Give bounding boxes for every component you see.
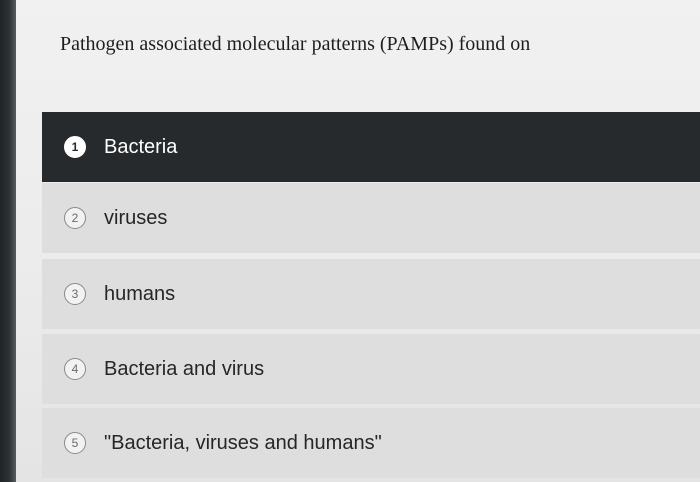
answer-option-1[interactable]: 1 Bacteria (42, 112, 700, 182)
answer-option-5[interactable]: 5 "Bacteria, viruses and humans" (42, 408, 700, 478)
question-text: Pathogen associated molecular patterns (… (60, 33, 531, 55)
option-number-badge: 2 (64, 207, 86, 229)
option-label: viruses (104, 206, 168, 229)
option-label: humans (104, 282, 176, 305)
option-number-badge: 4 (64, 358, 86, 380)
option-number-badge: 1 (64, 136, 86, 158)
option-number-badge: 3 (64, 283, 86, 305)
left-edge (0, 0, 16, 482)
option-label: Bacteria and virus (104, 357, 265, 380)
answer-option-2[interactable]: 2 viruses (42, 183, 700, 253)
answer-option-3[interactable]: 3 humans (42, 259, 700, 329)
option-label: Bacteria (104, 135, 178, 158)
answer-option-4[interactable]: 4 Bacteria and virus (42, 334, 700, 404)
option-label: "Bacteria, viruses and humans" (104, 431, 382, 454)
option-number-badge: 5 (64, 432, 86, 454)
